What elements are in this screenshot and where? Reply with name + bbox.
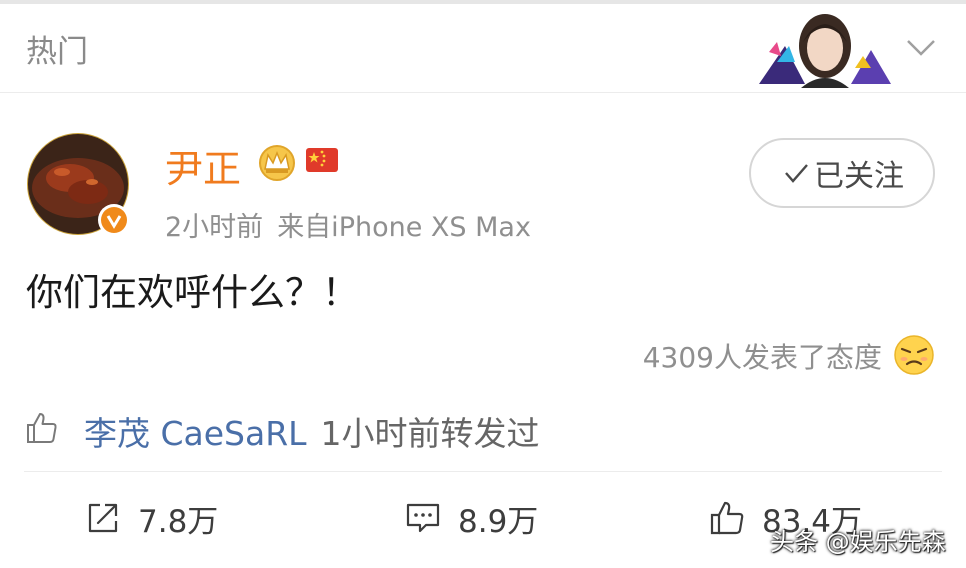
repost-action-text: 1小时前转发过 (320, 414, 540, 453)
section-header: 热门 (0, 4, 966, 92)
watermark: 头条 @娱乐先森 (770, 528, 946, 556)
comment-icon (406, 503, 440, 533)
follow-button[interactable]: 已关注 (749, 138, 935, 208)
china-flag-icon (306, 148, 338, 172)
chevron-down-icon[interactable] (904, 30, 938, 64)
crown-badge-icon (259, 145, 295, 181)
comment-button[interactable]: 8.9万 (404, 496, 538, 540)
post-source: 来自iPhone XS Max (277, 212, 531, 243)
check-icon (785, 164, 808, 183)
share-button[interactable]: 7.8万 (84, 496, 218, 540)
share-count: 7.8万 (138, 503, 219, 540)
post-meta: 2小时前 来自iPhone XS Max (165, 205, 531, 244)
comment-count: 8.9万 (458, 503, 539, 540)
promo-avatar-banner[interactable] (755, 6, 895, 88)
repost-user-link[interactable]: 李茂 CaeSaRL (84, 414, 307, 453)
repost-info: 李茂 CaeSaRL 1小时前转发过 (84, 407, 540, 455)
like-icon (710, 501, 744, 535)
post-time: 2小时前 (165, 212, 264, 243)
author-name[interactable]: 尹正 (165, 138, 241, 193)
author-avatar[interactable] (26, 132, 134, 240)
annoyed-face-icon[interactable] (893, 334, 935, 376)
share-icon (88, 503, 118, 533)
follow-label: 已关注 (814, 159, 904, 194)
header-divider (0, 92, 966, 93)
thumbs-up-icon (27, 413, 57, 443)
post-content: 你们在欢呼什么？！ (26, 271, 359, 314)
actions-divider (24, 471, 942, 472)
reaction-count[interactable]: 4309人发表了态度 (643, 336, 882, 376)
section-title: 热门 (26, 34, 88, 70)
repost-row[interactable]: 李茂 CaeSaRL 1小时前转发过 (24, 404, 924, 455)
